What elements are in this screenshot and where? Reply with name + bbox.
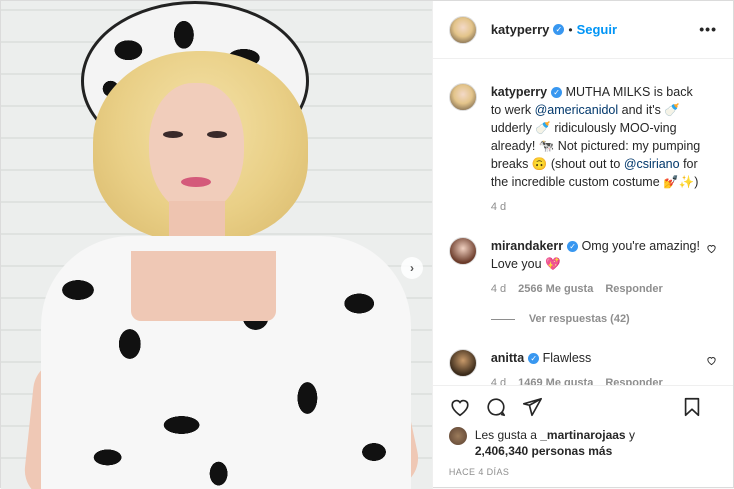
verified-badge-icon: ✓ xyxy=(553,24,565,35)
right-eye xyxy=(207,131,227,138)
view-replies-label: Ver respuestas (42) xyxy=(528,313,630,325)
post-date[interactable]: HACE 4 DÍAS xyxy=(433,459,733,477)
likes-mid: y xyxy=(625,428,635,442)
comment-icon[interactable] xyxy=(485,396,507,418)
verified-badge-icon: ✓ xyxy=(528,353,540,365)
liker-username[interactable]: _martinarojaas xyxy=(540,428,625,442)
lips xyxy=(181,177,211,187)
caption-author-avatar[interactable] xyxy=(448,83,477,111)
comment-like-heart-icon[interactable] xyxy=(706,243,717,254)
heart-icon[interactable] xyxy=(449,396,471,418)
author-avatar[interactable] xyxy=(448,15,477,44)
post-header: katyperry ✓ • Seguir ••• xyxy=(432,1,733,59)
verified-badge-icon: ✓ xyxy=(551,87,563,99)
comments-section: katyperry ✓ MUTHA MILKS is back to werk @… xyxy=(433,59,733,385)
reply-button[interactable]: Responder xyxy=(605,377,662,385)
left-eye xyxy=(163,131,183,138)
replies-divider xyxy=(490,318,515,320)
caption-meta: 4 d xyxy=(491,201,701,213)
comment-row: anitta ✓ Flawless 4 d 1469 Me gusta Respo… xyxy=(448,349,717,385)
caption-row: katyperry ✓ MUTHA MILKS is back to werk @… xyxy=(448,83,717,213)
liker-avatar[interactable] xyxy=(448,427,467,445)
more-options-icon[interactable]: ••• xyxy=(699,21,717,37)
bookmark-icon[interactable] xyxy=(681,396,703,418)
comment-text: mirandakerr ✓ Omg you're amazing! Love yo… xyxy=(491,237,701,273)
likes-count[interactable]: 2,406,340 personas más xyxy=(475,444,612,458)
verified-badge-icon: ✓ xyxy=(567,241,579,253)
instagram-post: › katyperry ✓ • Seguir ••• katyperry ✓ MU… xyxy=(0,0,734,489)
comment-time[interactable]: 4 d xyxy=(491,377,506,385)
comment-text: anitta ✓ Flawless xyxy=(491,349,701,367)
caption-text: katyperry ✓ MUTHA MILKS is back to werk @… xyxy=(491,83,701,191)
comment-username[interactable]: anitta xyxy=(491,351,524,365)
author-username[interactable]: katyperry xyxy=(491,22,550,37)
caption-username[interactable]: katyperry xyxy=(491,85,547,99)
follow-button[interactable]: Seguir xyxy=(577,22,617,37)
comment-meta: 4 d 1469 Me gusta Responder xyxy=(491,377,701,385)
commenter-avatar[interactable] xyxy=(448,237,477,265)
caption-time[interactable]: 4 d xyxy=(491,201,506,213)
comment-row: mirandakerr ✓ Omg you're amazing! Love yo… xyxy=(448,237,717,295)
view-replies-button[interactable]: Ver respuestas (42) xyxy=(490,313,717,325)
comment-likes[interactable]: 1469 Me gusta xyxy=(518,377,593,385)
mention-link[interactable]: @americanidol xyxy=(535,103,619,117)
likes-summary: Les gusta a _martinarojaas y 2,406,340 p… xyxy=(433,427,733,459)
dress-neckline xyxy=(131,251,276,321)
next-photo-button[interactable]: › xyxy=(401,257,423,279)
action-bar xyxy=(432,385,733,427)
likes-text: Les gusta a _martinarojaas y 2,406,340 p… xyxy=(475,427,635,459)
face xyxy=(149,83,244,213)
comment-username[interactable]: mirandakerr xyxy=(491,239,563,253)
comment-likes[interactable]: 2566 Me gusta xyxy=(518,283,593,295)
post-photo[interactable]: › xyxy=(1,1,432,489)
comment-time[interactable]: 4 d xyxy=(491,283,506,295)
comment-body: Flawless xyxy=(539,351,592,365)
comment-meta: 4 d 2566 Me gusta Responder xyxy=(491,283,701,295)
reply-button[interactable]: Responder xyxy=(605,283,662,295)
commenter-avatar[interactable] xyxy=(448,349,477,377)
post-side-panel: katyperry ✓ • Seguir ••• katyperry ✓ MUTH… xyxy=(431,1,733,489)
mention-link[interactable]: @csiriano xyxy=(624,157,680,171)
likes-prefix: Les gusta a xyxy=(474,428,541,442)
comment-like-heart-icon[interactable] xyxy=(706,355,717,366)
header-separator: • xyxy=(568,22,573,37)
share-icon[interactable] xyxy=(521,396,543,418)
